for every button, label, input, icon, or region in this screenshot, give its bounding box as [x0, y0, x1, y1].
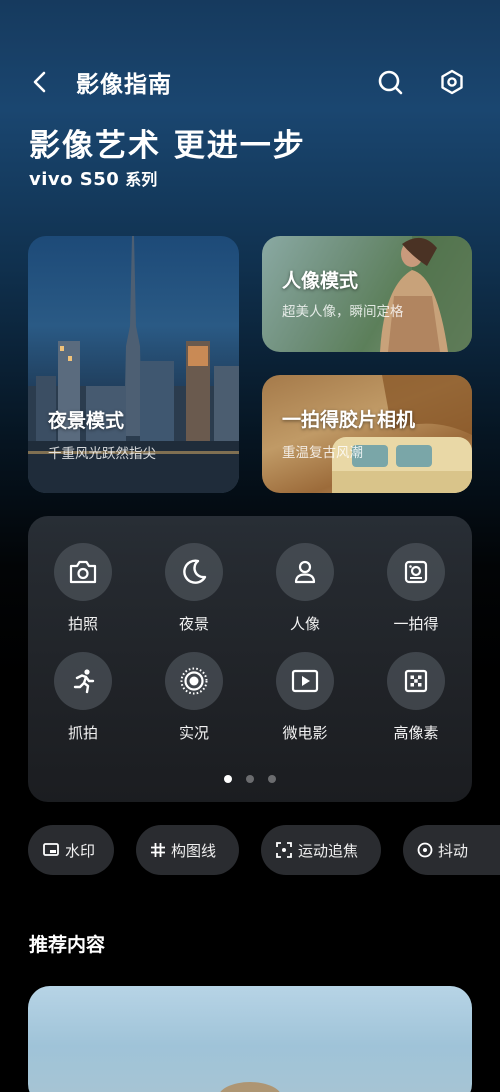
mode-label: 人像: [289, 615, 320, 633]
portrait-photo-image: [380, 236, 472, 352]
chip-motion-tracking[interactable]: 运动追焦: [261, 825, 381, 875]
page-dot[interactable]: [268, 775, 276, 783]
shake-icon: [417, 842, 433, 858]
instant-film-card[interactable]: 一拍得胶片相机 重温复古风潮: [262, 375, 472, 493]
mode-snapshot[interactable]: 抓拍: [43, 652, 123, 742]
series-label: 系列: [125, 170, 158, 189]
recommended-content-image: [220, 1082, 280, 1092]
portrait-mode-card[interactable]: 人像模式 超美人像，瞬间定格: [262, 236, 472, 352]
hero-subtitle: vivo S50 系列: [29, 166, 157, 190]
mode-portrait[interactable]: 人像: [265, 543, 345, 633]
person-icon: [294, 560, 316, 584]
chip-label: 水印: [65, 841, 96, 860]
brand-model: vivo S50: [29, 169, 120, 190]
mode-instant[interactable]: 一拍得: [376, 543, 456, 633]
back-button[interactable]: [22, 64, 58, 100]
portrait-mode-subtitle: 超美人像，瞬间定格: [282, 304, 404, 320]
page-dot-active[interactable]: [224, 775, 232, 783]
portrait-mode-title: 人像模式: [282, 270, 359, 292]
focus-track-icon: [276, 842, 292, 858]
top-bar: 影像指南: [0, 56, 500, 106]
moon-icon: [183, 559, 207, 584]
mode-label: 夜景: [178, 615, 209, 633]
mode-label: 拍照: [67, 615, 98, 633]
chip-label: 构图线: [171, 841, 217, 860]
mode-label: 实况: [178, 724, 209, 742]
mode-label: 抓拍: [67, 724, 98, 742]
mode-live[interactable]: 实况: [154, 652, 234, 742]
back-arrow-icon: [33, 71, 46, 93]
page-dot[interactable]: [246, 775, 254, 783]
settings-button[interactable]: [434, 64, 470, 100]
hero-title: 影像艺术 更进一步: [29, 128, 306, 164]
recommended-content-card[interactable]: [28, 986, 472, 1092]
mode-night[interactable]: 夜景: [154, 543, 234, 633]
play-icon: [291, 669, 319, 693]
section-title: 推荐内容: [29, 934, 106, 956]
chip-label: 抖动: [438, 841, 469, 860]
vintage-van-image: [332, 375, 472, 493]
night-mode-title: 夜景模式: [48, 410, 125, 432]
night-mode-card[interactable]: 夜景模式 千重风光跃然指尖: [28, 236, 239, 493]
page-title: 影像指南: [76, 72, 172, 98]
page-indicator: [28, 775, 472, 785]
mode-label: 一拍得: [393, 615, 439, 633]
settings-icon: [441, 69, 463, 95]
watermark-icon: [43, 843, 59, 856]
camera-modes-panel: 拍照 夜景 人像 一拍得 抓拍 实况 微电影 高像素: [28, 516, 472, 802]
chip-watermark[interactable]: 水印: [28, 825, 114, 875]
live-photo-icon: [180, 667, 208, 695]
instant-film-subtitle: 重温复古风潮: [282, 445, 363, 461]
mode-photo[interactable]: 拍照: [43, 543, 123, 633]
search-button[interactable]: [372, 64, 408, 100]
mode-micro-movie[interactable]: 微电影: [265, 652, 345, 742]
chip-label: 运动追焦: [298, 841, 359, 860]
camera-icon: [69, 560, 97, 584]
instant-film-title: 一拍得胶片相机: [282, 409, 416, 431]
grid-icon: [151, 843, 165, 857]
chip-grid-lines[interactable]: 构图线: [136, 825, 239, 875]
search-icon: [378, 70, 403, 95]
chip-shake[interactable]: 抖动: [403, 825, 500, 875]
mode-high-res[interactable]: 高像素: [376, 652, 456, 742]
mode-label: 微电影: [282, 724, 328, 742]
running-icon: [73, 669, 95, 694]
dice-icon: [404, 669, 428, 693]
instant-camera-icon: [404, 560, 428, 584]
night-mode-subtitle: 千重风光跃然指尖: [48, 446, 156, 462]
mode-label: 高像素: [393, 724, 439, 742]
